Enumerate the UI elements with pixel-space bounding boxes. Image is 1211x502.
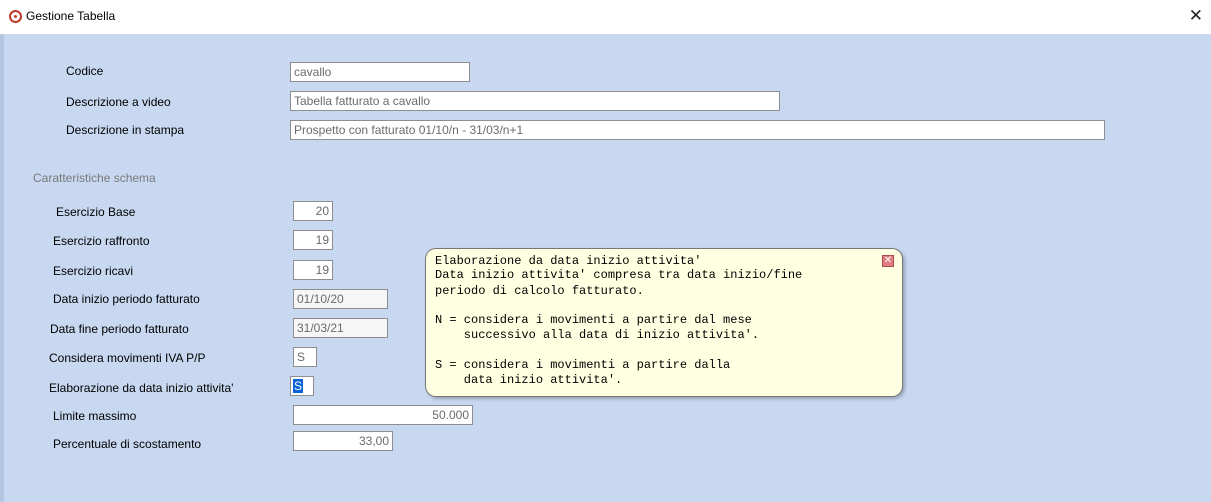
tooltip-line-1: Elaborazione da data inizio attivita' <box>435 254 702 268</box>
esercizio-base-label: Esercizio Base <box>56 205 136 219</box>
data-inizio-field[interactable]: 01/10/20 <box>293 289 388 309</box>
window-title: Gestione Tabella <box>26 9 116 23</box>
app-logo-icon <box>9 10 22 23</box>
limite-massimo-label: Limite massimo <box>53 409 137 423</box>
data-fine-label: Data fine periodo fatturato <box>50 322 189 336</box>
esercizio-raffronto-label: Esercizio raffronto <box>53 234 150 248</box>
tooltip-line-2: Data inizio attivita' compresa tra data … <box>435 268 803 282</box>
percentuale-field[interactable]: 33,00 <box>293 431 393 451</box>
section-title: Caratteristiche schema <box>33 171 156 185</box>
data-fine-field[interactable]: 31/03/21 <box>293 318 388 338</box>
data-inizio-label: Data inizio periodo fatturato <box>53 292 200 306</box>
tooltip-line-5: successivo alla data di inizio attivita'… <box>435 328 760 342</box>
considera-iva-field[interactable]: S <box>293 347 317 367</box>
help-tooltip: Elaborazione da data inizio attivita' Da… <box>425 248 903 397</box>
tooltip-line-4: N = considera i movimenti a partire dal … <box>435 313 752 327</box>
elaborazione-field[interactable]: S <box>290 376 314 396</box>
descrizione-stampa-label: Descrizione in stampa <box>66 123 185 137</box>
codice-label: Codice <box>66 64 104 78</box>
tooltip-line-7: data inizio attivita'. <box>435 373 623 387</box>
tooltip-line-3: periodo di calcolo fatturato. <box>435 284 644 298</box>
esercizio-ricavi-field[interactable]: 19 <box>293 260 333 280</box>
esercizio-base-field[interactable]: 20 <box>293 201 333 221</box>
codice-field[interactable]: cavallo <box>290 62 470 82</box>
esercizio-ricavi-label: Esercizio ricavi <box>53 264 134 278</box>
tooltip-close-icon[interactable]: ✕ <box>882 255 894 267</box>
limite-massimo-field[interactable]: 50.000 <box>293 405 473 425</box>
descrizione-video-label: Descrizione a video <box>66 95 171 109</box>
elaborazione-label: Elaborazione da data inizio attivita' <box>49 381 234 395</box>
selected-text: S <box>293 379 304 393</box>
esercizio-raffronto-field[interactable]: 19 <box>293 230 333 250</box>
descrizione-stampa-field[interactable]: Prospetto con fatturato 01/10/n - 31/03/… <box>290 120 1105 140</box>
descrizione-video-field[interactable]: Tabella fatturato a cavallo <box>290 91 780 111</box>
window-border <box>0 34 4 502</box>
tooltip-line-6: S = considera i movimenti a partire dall… <box>435 358 731 372</box>
percentuale-label: Percentuale di scostamento <box>53 437 202 451</box>
title-bar: Gestione Tabella ✕ <box>0 0 1211 34</box>
considera-iva-label: Considera movimenti IVA P/P <box>49 351 206 365</box>
close-icon[interactable]: ✕ <box>1189 6 1203 26</box>
